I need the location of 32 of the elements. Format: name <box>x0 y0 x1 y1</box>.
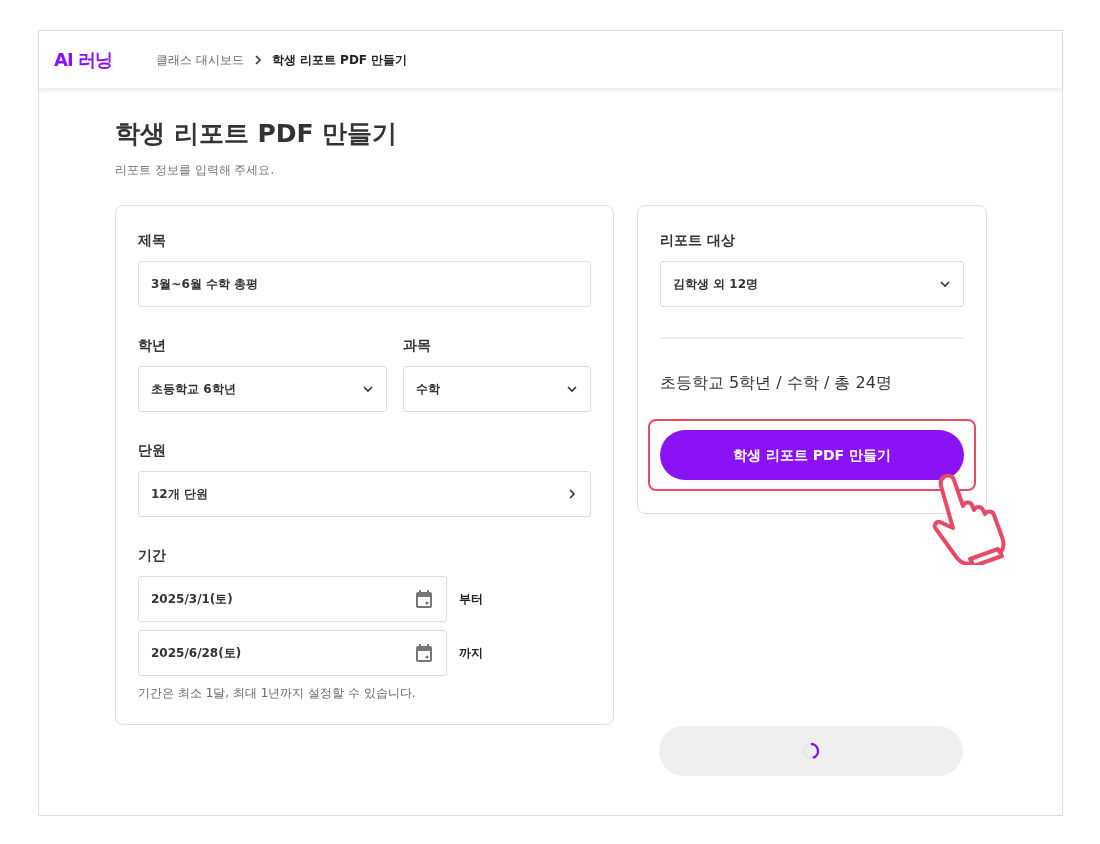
calendar-icon <box>414 643 434 663</box>
page-subtitle: 리포트 정보를 입력해 주세요. <box>115 162 276 179</box>
logo[interactable]: AI 러닝 <box>54 46 112 73</box>
chevron-down-icon <box>566 383 578 395</box>
chevron-right-icon <box>566 488 578 500</box>
help-text: 기간은 최소 1달, 최대 1년까지 설정할 수 있습니다. <box>138 685 417 702</box>
select-field[interactable]: 수학 <box>402 366 591 412</box>
create-pdf-button[interactable]: 학생 리포트 PDF 만들기 <box>660 430 964 480</box>
calendar-icon <box>414 589 434 609</box>
unit-selector[interactable]: 12개 단원 <box>138 471 591 517</box>
field-label: 학년 <box>138 336 167 355</box>
date-suffix: 까지 <box>459 645 483 662</box>
select-field[interactable]: 초등학교 6학년 <box>138 366 387 412</box>
date-field[interactable]: 2025/3/1(토) <box>138 576 447 622</box>
field-label: 제목 <box>138 231 167 250</box>
loading-button[interactable] <box>659 726 963 776</box>
date-field[interactable]: 2025/6/28(토) <box>138 630 447 676</box>
loading-spinner-icon <box>802 742 820 760</box>
breadcrumb-current: 학생 리포트 PDF 만들기 <box>271 51 408 69</box>
breadcrumb-link[interactable]: 클래스 대시보드 <box>155 50 244 69</box>
select-field[interactable]: 김학생 외 12명 <box>660 261 964 307</box>
title-input[interactable]: 3월~6월 수학 총평 <box>138 261 591 307</box>
field-label: 과목 <box>402 336 432 355</box>
date-suffix: 부터 <box>459 591 483 608</box>
field-label: 단원 <box>138 441 167 460</box>
field-label: 리포트 대상 <box>660 231 736 250</box>
field-label: 기간 <box>138 546 167 565</box>
chevron-right-icon <box>253 54 262 65</box>
report-summary: 초등학교 5학년 / 수학 / 총 24명 <box>660 372 893 394</box>
page-title: 학생 리포트 PDF 만들기 <box>115 119 399 149</box>
chevron-down-icon <box>361 383 374 395</box>
chevron-down-icon <box>939 278 951 290</box>
